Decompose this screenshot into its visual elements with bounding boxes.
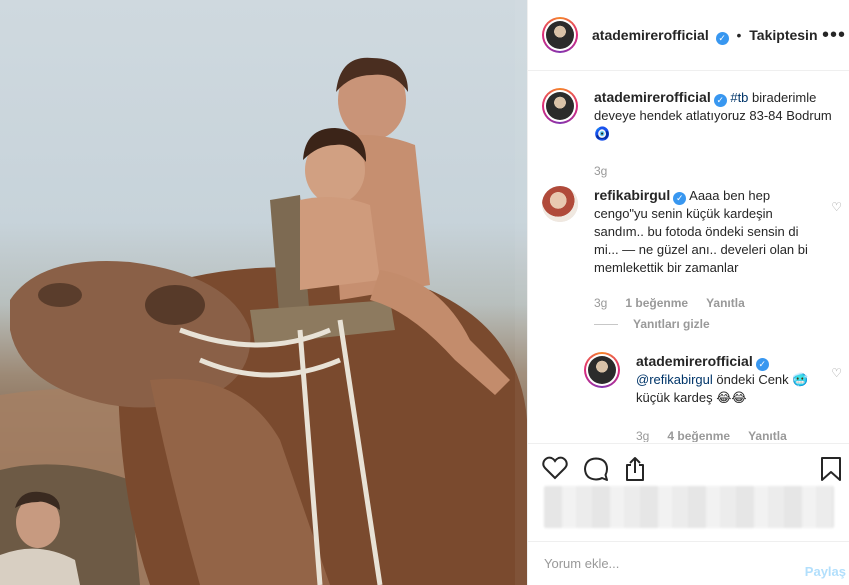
reply-reply-button[interactable]: Yanıtla <box>748 429 787 442</box>
comments-list[interactable]: atademirerofficial ✓ #tb biraderimle deve… <box>528 72 849 442</box>
caption-hashtag[interactable]: #tb <box>730 90 748 105</box>
caption-username[interactable]: atademirerofficial <box>594 89 711 105</box>
comment-compose: Paylaş <box>528 541 849 585</box>
author-username[interactable]: atademirerofficial <box>592 27 709 43</box>
commenter-username[interactable]: refikabirgul <box>594 187 670 203</box>
more-options-icon[interactable]: ••• <box>822 24 846 47</box>
hide-replies-button[interactable]: Yanıtları gizle <box>633 317 710 331</box>
reply-item: atademirerofficial ✓ @refikabirgul öndeki… <box>584 352 842 442</box>
caption-text: atademirerofficial ✓ #tb biraderimle deve… <box>594 88 832 143</box>
reply-time[interactable]: 3g <box>636 429 649 442</box>
replies-divider <box>594 324 618 325</box>
comment-time[interactable]: 3g <box>594 296 607 310</box>
comment-meta: 3g 1 beğenme Yanıtla <box>594 294 745 312</box>
follow-status-button[interactable]: Takiptesin <box>749 27 817 43</box>
reply-meta: 3g 4 beğenme Yanıtla <box>636 427 787 442</box>
photo-illustration <box>0 0 527 585</box>
verified-icon: ✓ <box>715 32 729 45</box>
post-side-panel: atademirerofficial ✓ • Takiptesin ••• at… <box>527 0 849 585</box>
reply-text: atademirerofficial ✓ @refikabirgul öndeki… <box>636 352 814 407</box>
author-avatar[interactable] <box>542 17 578 53</box>
post-header: atademirerofficial ✓ • Takiptesin ••• <box>528 0 849 71</box>
reply-avatar[interactable] <box>584 352 620 388</box>
commenter-avatar[interactable] <box>542 186 578 222</box>
verified-icon: ✓ <box>673 192 687 205</box>
reply-likes[interactable]: 4 beğenme <box>667 429 730 442</box>
comment-icon[interactable] <box>583 456 609 482</box>
separator-dot: • <box>736 27 742 43</box>
comment-input[interactable] <box>544 556 774 571</box>
post-comment-button[interactable]: Paylaş <box>805 564 846 579</box>
reply-like-heart-icon[interactable]: ♡ <box>831 364 842 382</box>
comment-likes[interactable]: 1 beğenme <box>625 296 688 310</box>
header-author: atademirerofficial ✓ • Takiptesin <box>592 27 818 45</box>
bookmark-icon[interactable] <box>820 456 842 482</box>
comment-text: refikabirgul ✓ Aaaa ben hep cengo"yu seni… <box>594 186 812 277</box>
nazar-emoji-icon: 🧿 <box>594 126 611 141</box>
caption-avatar[interactable] <box>542 88 578 124</box>
verified-icon: ✓ <box>713 94 727 107</box>
likes-summary-blurred <box>544 486 834 528</box>
reply-mention[interactable]: @refikabirgul <box>636 372 713 387</box>
share-icon[interactable] <box>624 456 646 482</box>
comment-reply-button[interactable]: Yanıtla <box>706 296 745 310</box>
comment-item: refikabirgul ✓ Aaaa ben hep cengo"yu seni… <box>542 186 842 316</box>
caption-time[interactable]: 3g <box>594 162 607 180</box>
heart-icon[interactable] <box>542 456 568 480</box>
comment-like-heart-icon[interactable]: ♡ <box>831 198 842 216</box>
verified-icon: ✓ <box>755 358 769 371</box>
post-photo[interactable] <box>0 0 527 585</box>
reply-username[interactable]: atademirerofficial <box>636 353 753 369</box>
